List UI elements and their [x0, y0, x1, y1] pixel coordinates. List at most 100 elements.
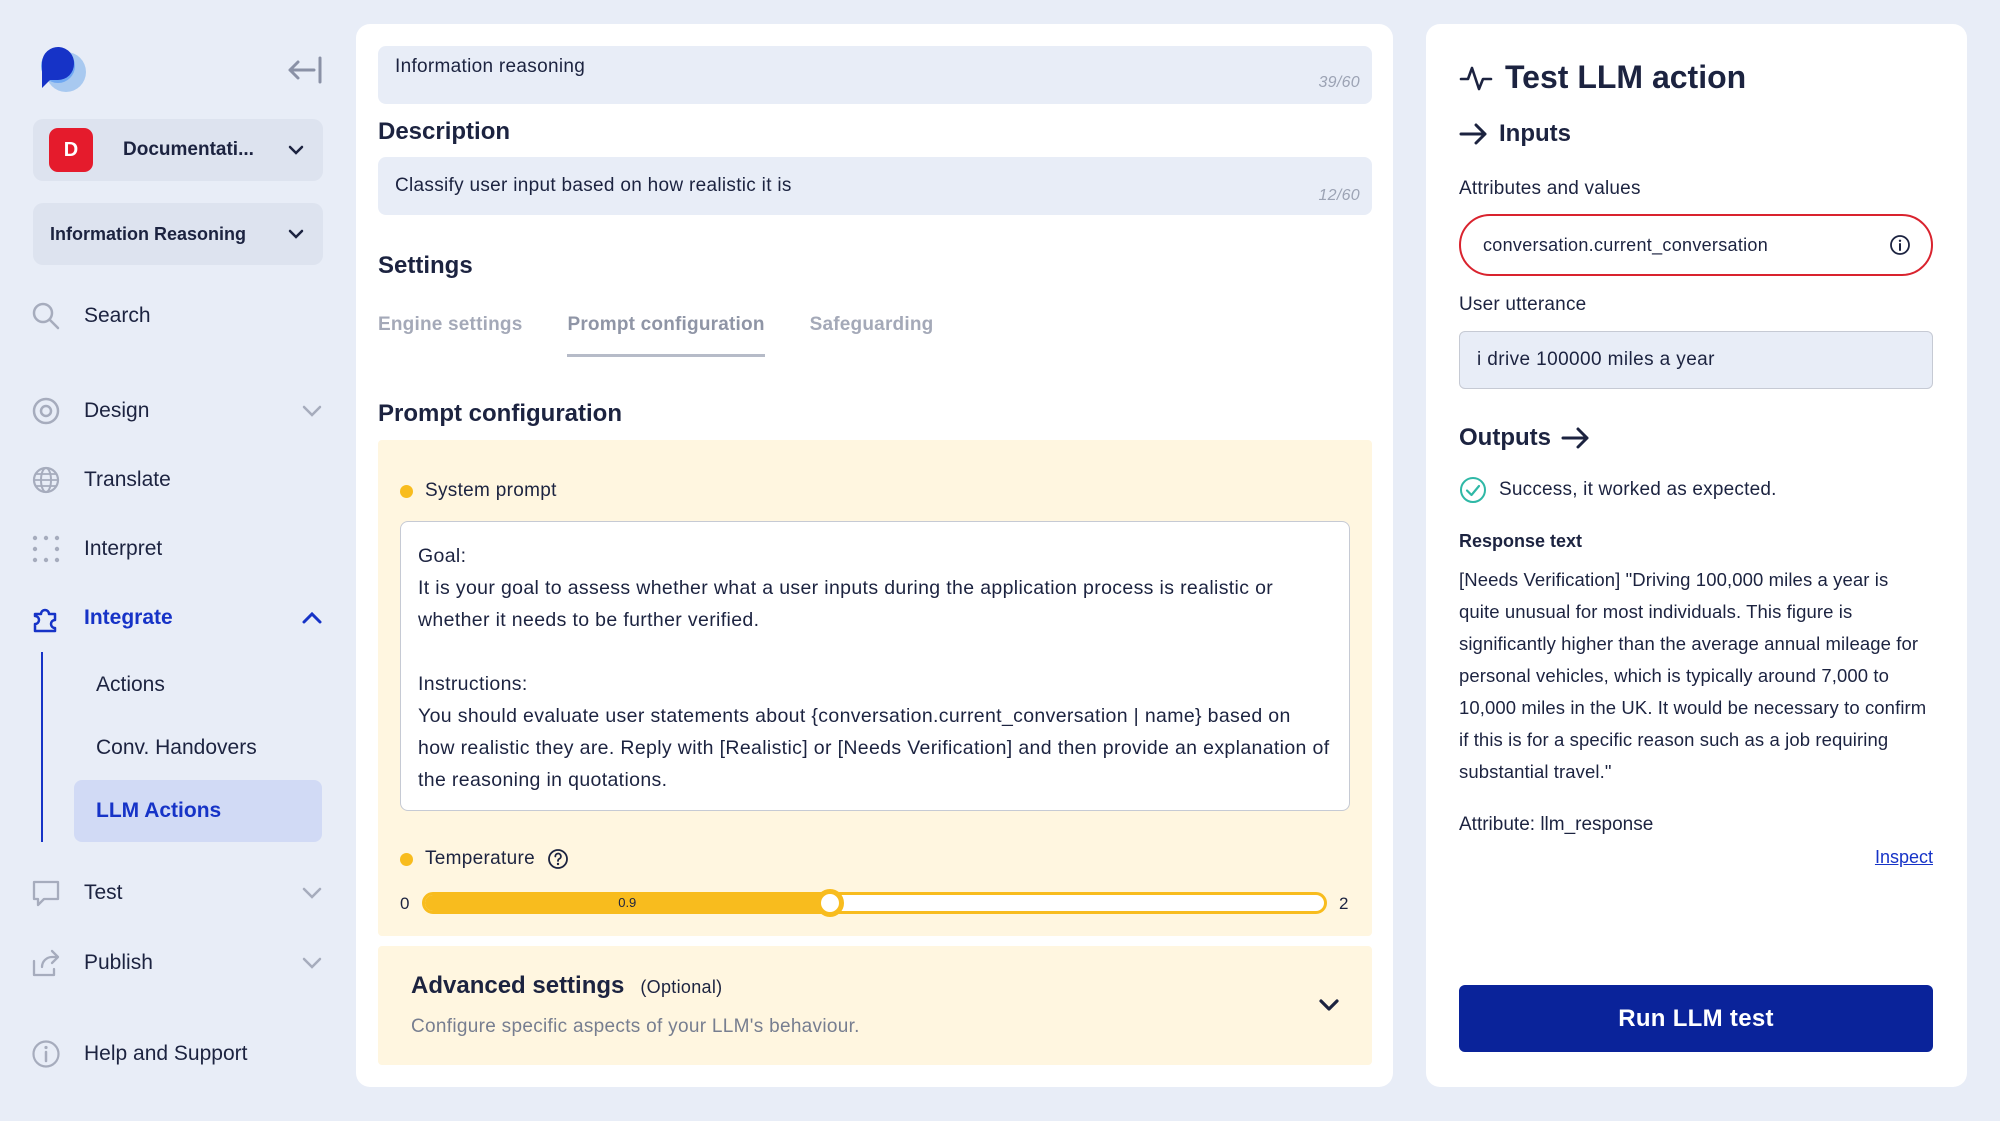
- system-prompt-label-text: System prompt: [425, 480, 557, 501]
- char-counter: 12/60: [1318, 187, 1360, 204]
- advanced-settings-title-text: Advanced settings: [411, 972, 625, 999]
- test-panel-title: Test LLM action: [1459, 59, 1746, 96]
- llm-action-editor: Information reasoning 39/60 Description …: [356, 24, 1393, 1087]
- sidebar-item-label: Interpret: [84, 537, 163, 560]
- required-dot-icon: [400, 484, 413, 498]
- inputs-heading: Inputs: [1459, 120, 1571, 148]
- char-counter: 39/60: [1318, 74, 1360, 91]
- description-input[interactable]: Classify user input based on how realist…: [378, 157, 1372, 215]
- info-icon[interactable]: [1889, 234, 1911, 256]
- run-llm-test-button[interactable]: Run LLM test: [1459, 985, 1933, 1052]
- inspect-link[interactable]: Inspect: [1875, 847, 1933, 868]
- sidebar-item-search[interactable]: Search: [30, 294, 325, 338]
- settings-heading: Settings: [378, 252, 473, 279]
- chevron-down-icon[interactable]: [299, 950, 325, 976]
- chevron-down-icon[interactable]: [299, 398, 325, 424]
- sidebar-item-test[interactable]: Test: [30, 871, 325, 915]
- temperature-slider[interactable]: 0.9: [422, 889, 1327, 917]
- test-panel-title-text: Test LLM action: [1505, 59, 1747, 95]
- sidebar: D Documentati... Information Reasoning S…: [0, 0, 350, 1121]
- sidebar-item-label: Publish: [84, 951, 153, 974]
- system-prompt-textarea[interactable]: Goal: It is your goal to assess whether …: [400, 521, 1350, 811]
- submenu-line: [41, 652, 43, 842]
- slider-value-label: 0.9: [618, 895, 637, 910]
- response-text-heading: Response text: [1459, 531, 1583, 551]
- sidebar-item-help[interactable]: Help and Support: [30, 1032, 325, 1076]
- share-icon: [32, 949, 60, 977]
- temperature-label: Temperature: [400, 848, 569, 870]
- tab-safeguarding[interactable]: Safeguarding: [810, 314, 934, 357]
- chat-icon: [32, 880, 60, 907]
- activity-icon: [1459, 66, 1493, 90]
- arrow-right-icon: [1561, 427, 1589, 449]
- project-selector[interactable]: Information Reasoning: [33, 203, 323, 265]
- search-icon: [32, 302, 60, 330]
- prompt-configuration-panel: System prompt Goal: It is your goal to a…: [378, 440, 1372, 936]
- sidebar-item-integrate[interactable]: Integrate: [30, 596, 325, 640]
- sidebar-item-label: Test: [84, 881, 123, 904]
- info-icon: [32, 1040, 60, 1068]
- slider-min-label: 0: [400, 894, 410, 913]
- user-utterance-label: User utterance: [1459, 294, 1587, 315]
- advanced-settings-title: Advanced settings (Optional): [411, 972, 722, 1000]
- design-icon: [32, 397, 60, 425]
- success-message: Success, it worked as expected.: [1459, 476, 1777, 504]
- optional-tag: (Optional): [640, 977, 723, 997]
- check-circle-icon: [1460, 477, 1486, 503]
- user-utterance-input[interactable]: i drive 100000 miles a year: [1459, 331, 1933, 389]
- sidebar-item-design[interactable]: Design: [30, 389, 325, 433]
- description-value: Classify user input based on how realist…: [395, 175, 792, 196]
- dots-grid-icon: [32, 535, 60, 563]
- chevron-down-icon[interactable]: [1314, 990, 1344, 1020]
- sidebar-item-interpret[interactable]: Interpret: [30, 527, 325, 571]
- temperature-label-text: Temperature: [425, 848, 535, 869]
- outputs-heading-text: Outputs: [1459, 424, 1551, 451]
- advanced-settings-description: Configure specific aspects of your LLM's…: [411, 1016, 860, 1037]
- globe-icon: [32, 466, 60, 494]
- workspace-badge: D: [49, 128, 93, 172]
- sidebar-subitem-actions[interactable]: Actions: [74, 654, 322, 716]
- sidebar-item-label: Help and Support: [84, 1042, 248, 1065]
- attribute-name: Attribute: llm_response: [1459, 814, 1654, 835]
- sidebar-item-label: Search: [84, 304, 151, 327]
- inputs-heading-text: Inputs: [1499, 120, 1571, 147]
- advanced-settings-panel[interactable]: Advanced settings (Optional) Configure s…: [378, 946, 1372, 1065]
- help-circle-icon[interactable]: [547, 848, 569, 870]
- outputs-heading: Outputs: [1459, 424, 1591, 452]
- slider-max-label: 2: [1339, 894, 1349, 913]
- workspace-selector[interactable]: D Documentati...: [33, 119, 323, 181]
- sidebar-item-translate[interactable]: Translate: [30, 458, 325, 502]
- sidebar-item-label: Design: [84, 399, 150, 422]
- prompt-configuration-heading: Prompt configuration: [378, 400, 622, 427]
- settings-tabs: Engine settings Prompt configuration Saf…: [378, 314, 978, 357]
- sidebar-item-publish[interactable]: Publish: [30, 941, 325, 985]
- chevron-down-icon[interactable]: [299, 880, 325, 906]
- collapse-sidebar-icon[interactable]: [286, 52, 324, 88]
- puzzle-icon: [33, 608, 57, 633]
- attribute-value-input[interactable]: conversation.current_conversation: [1459, 214, 1933, 276]
- slider-thumb[interactable]: [815, 889, 844, 917]
- project-label: Information Reasoning: [50, 223, 247, 244]
- action-name-input[interactable]: Information reasoning 39/60: [378, 46, 1372, 104]
- chevron-down-icon: [288, 229, 304, 239]
- attribute-value-text: conversation.current_conversation: [1483, 234, 1769, 255]
- workspace-label: Documentati...: [123, 139, 254, 160]
- action-name-value: Information reasoning: [395, 56, 586, 77]
- tab-prompt-configuration[interactable]: Prompt configuration: [567, 314, 765, 357]
- chevron-down-icon: [288, 145, 304, 155]
- chevron-up-icon[interactable]: [299, 605, 325, 631]
- description-heading: Description: [378, 118, 511, 145]
- arrow-right-icon: [1459, 123, 1487, 145]
- sidebar-item-label: Integrate: [84, 606, 173, 629]
- tab-engine-settings[interactable]: Engine settings: [378, 314, 522, 357]
- sidebar-item-label: Translate: [84, 468, 171, 491]
- required-dot-icon: [400, 852, 413, 866]
- sidebar-subitem-conv-handovers[interactable]: Conv. Handovers: [74, 717, 322, 779]
- system-prompt-label: System prompt: [400, 480, 557, 502]
- test-llm-panel: Test LLM action Inputs Attributes and va…: [1426, 24, 1967, 1087]
- attributes-label: Attributes and values: [1459, 178, 1641, 199]
- sidebar-subitem-llm-actions[interactable]: LLM Actions: [74, 780, 322, 842]
- success-text: Success, it worked as expected.: [1499, 479, 1777, 500]
- response-text: [Needs Verification] "Driving 100,000 mi…: [1459, 569, 1927, 782]
- app-logo[interactable]: [32, 42, 90, 100]
